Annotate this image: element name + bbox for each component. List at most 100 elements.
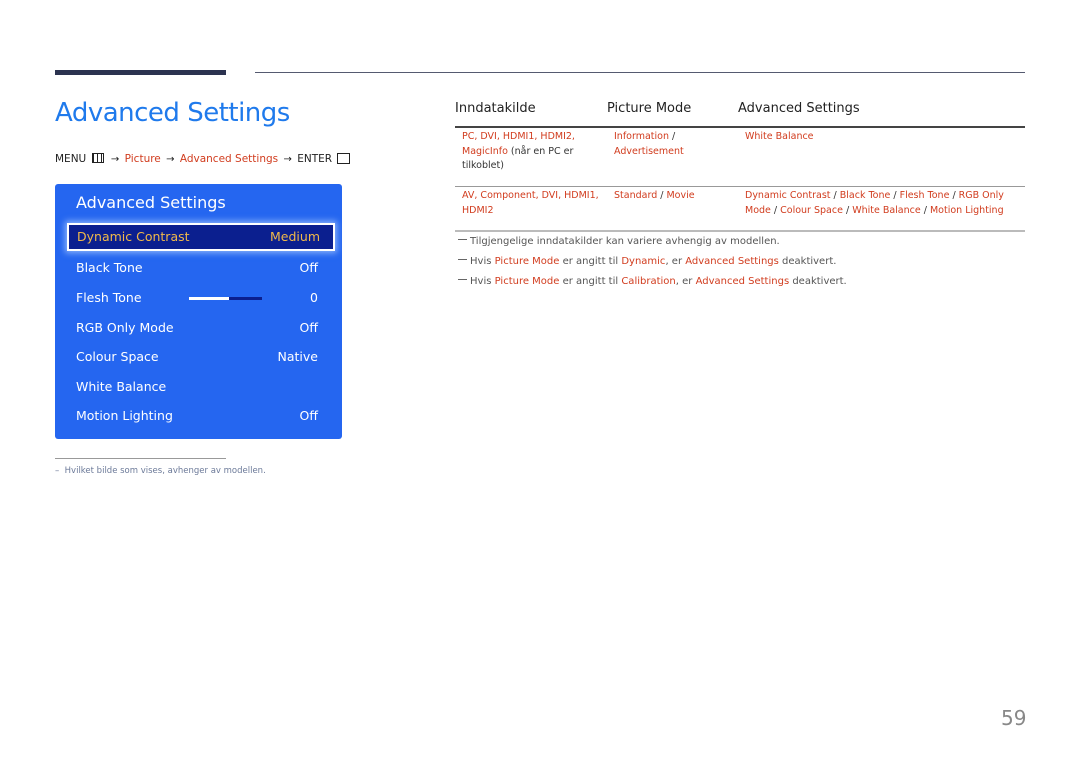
osd-item-value: Off (299, 408, 318, 423)
footnote-text: Hvilket bilde som vises, avhenger av mod… (64, 466, 266, 476)
note: Tilgjengelige inndatakilder kan variere … (458, 236, 847, 256)
separator: / (830, 190, 840, 201)
osd-item-white-balance[interactable]: White Balance (76, 374, 318, 398)
enter-label: ENTER (297, 153, 333, 165)
osd-item-value: 0 (310, 290, 318, 305)
source-list: PC, DVI, HDMI1, HDMI2, (462, 131, 575, 142)
arrow-icon: → (283, 154, 292, 165)
osd-item-rgb-only-mode[interactable]: RGB Only Mode Off (76, 315, 318, 339)
source-list: AV, Component, DVI, HDMI1, (462, 190, 599, 201)
footnote: – Hvilket bilde som vises, avhenger av m… (55, 466, 266, 476)
osd-menu: Advanced Settings Dynamic Contrast Mediu… (55, 184, 342, 439)
table-cell-picture-mode: Information / Advertisement (614, 130, 734, 159)
separator: / (770, 204, 781, 216)
menu-path: MENU → Picture → Advanced Settings → ENT… (55, 152, 352, 165)
note-dash-icon (458, 239, 467, 240)
note-text: , er (675, 276, 696, 287)
note-highlight: Calibration (621, 276, 676, 287)
table-row-rule (455, 186, 1025, 187)
note: Hvis Picture Mode er angitt til Calibrat… (458, 276, 847, 296)
note-text: er angitt til (559, 256, 622, 267)
note-text: , er (665, 256, 686, 267)
menu-label: MENU (55, 153, 87, 165)
setting-name: Flesh Tone (899, 190, 950, 201)
footnote-dash: – (55, 466, 60, 476)
osd-item-value: Off (299, 320, 318, 335)
setting-name: Motion Lighting (929, 204, 1004, 216)
header-rule (255, 72, 1025, 73)
osd-item-label: Colour Space (76, 349, 159, 364)
footnote-divider (55, 458, 226, 459)
source-note: (når en PC er (507, 145, 574, 157)
note-text: Hvis (470, 256, 495, 267)
note-text: Tilgjengelige inndatakilder kan variere … (470, 236, 780, 247)
note-highlight: Picture Mode (494, 276, 560, 287)
source-magicinfo: MagicInfo (462, 145, 508, 157)
page-number: 59 (1001, 706, 1027, 730)
note-highlight: Advanced Settings (685, 256, 779, 267)
osd-item-label: White Balance (76, 379, 167, 394)
table-header-source: Inndatakilde (455, 101, 536, 116)
page-title: Advanced Settings (55, 98, 290, 128)
table-header-advanced-settings: Advanced Settings (738, 101, 860, 116)
table-cell-source: AV, Component, DVI, HDMI1, HDMI2 (462, 189, 607, 218)
source-note-cont: tilkoblet) (462, 160, 504, 171)
mode-standard: Standard (614, 190, 658, 201)
table-header-picture-mode: Picture Mode (607, 101, 692, 116)
note: Hvis Picture Mode er angitt til Dynamic,… (458, 256, 847, 276)
osd-item-label: Dynamic Contrast (77, 229, 190, 244)
setting-name: Black Tone (839, 190, 891, 201)
table-bottom-rule (455, 230, 1025, 232)
source-hdmi2: HDMI2 (462, 204, 494, 216)
table-header-rule (455, 126, 1025, 128)
osd-item-value: Native (277, 349, 318, 364)
note-highlight: Dynamic (621, 256, 666, 267)
table-cell-settings: White Balance (745, 130, 1025, 145)
separator: / (842, 204, 853, 216)
mode-movie: Movie (666, 190, 695, 201)
note-text: deaktivert. (789, 276, 847, 287)
setting-name: RGB Only (958, 190, 1004, 201)
menu-path-advanced-settings: Advanced Settings (179, 153, 279, 165)
setting-white-balance: White Balance (745, 131, 814, 142)
notes: Tilgjengelige inndatakilder kan variere … (458, 236, 847, 296)
header-accent-bar (55, 70, 226, 75)
note-text: er angitt til (559, 276, 622, 287)
setting-name: Dynamic Contrast (745, 190, 831, 201)
osd-item-value: Off (299, 260, 318, 275)
note-highlight: Advanced Settings (695, 276, 790, 287)
osd-item-colour-space[interactable]: Colour Space Native (76, 344, 318, 368)
osd-item-label: Black Tone (76, 260, 143, 275)
mode-separator: / (669, 131, 676, 142)
note-dash-icon (458, 259, 467, 260)
note-text: deaktivert. (778, 256, 837, 267)
separator: / (949, 190, 959, 201)
separator: / (890, 190, 900, 201)
table-cell-source: PC, DVI, HDMI1, HDMI2, MagicInfo (når en… (462, 130, 602, 174)
enter-icon (337, 152, 351, 164)
setting-name: White Balance (852, 204, 921, 216)
osd-item-value: Medium (270, 229, 320, 244)
mode-information: Information (614, 131, 669, 142)
table-cell-settings: Dynamic Contrast / Black Tone / Flesh To… (745, 189, 1025, 218)
osd-item-black-tone[interactable]: Black Tone Off (76, 255, 318, 279)
arrow-icon: → (110, 154, 120, 165)
osd-item-motion-lighting[interactable]: Motion Lighting Off (76, 403, 318, 427)
note-text: Hvis (470, 276, 495, 287)
flesh-tone-slider[interactable] (189, 297, 262, 300)
slider-fill (189, 297, 230, 300)
arrow-icon: → (166, 154, 175, 165)
menu-grid-icon (91, 153, 104, 163)
osd-item-label: Motion Lighting (76, 408, 173, 423)
mode-advertisement: Advertisement (614, 145, 684, 157)
table-cell-picture-mode: Standard / Movie (614, 189, 734, 204)
setting-name: Mode (745, 204, 771, 216)
note-highlight: Picture Mode (494, 256, 560, 267)
osd-item-flesh-tone[interactable]: Flesh Tone 0 (76, 285, 318, 309)
osd-item-dynamic-contrast[interactable]: Dynamic Contrast Medium (67, 223, 335, 251)
note-dash-icon (458, 279, 467, 280)
osd-item-label: Flesh Tone (76, 290, 142, 305)
menu-path-picture: Picture (124, 153, 161, 165)
osd-title: Advanced Settings (76, 193, 226, 212)
separator: / (920, 204, 930, 216)
